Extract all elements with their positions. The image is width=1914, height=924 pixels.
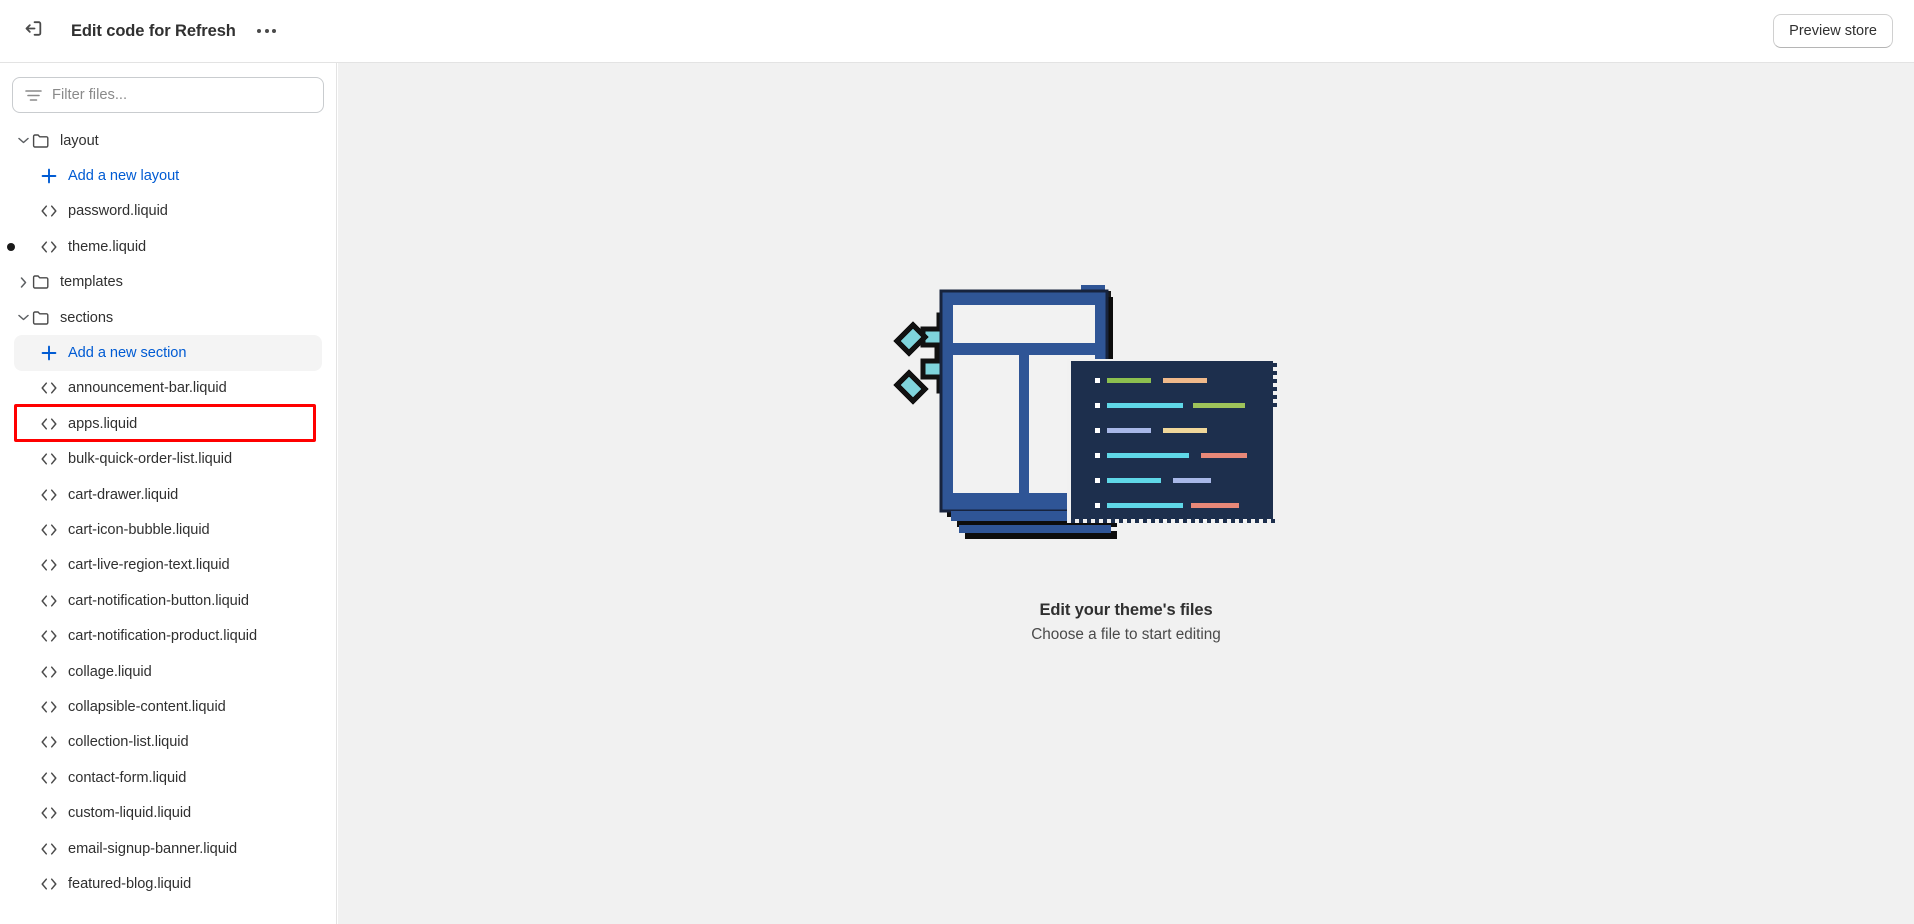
code-icon xyxy=(40,663,58,681)
file-label: cart-notification-product.liquid xyxy=(68,628,258,645)
folder-label: layout xyxy=(60,132,99,149)
code-icon xyxy=(40,840,58,858)
preview-store-button[interactable]: Preview store xyxy=(1773,14,1893,48)
file-label: cart-live-region-text.liquid xyxy=(68,557,230,574)
folder-icon xyxy=(32,273,50,291)
file-item-cart-notification-button.liquid[interactable]: cart-notification-button.liquid xyxy=(14,583,322,618)
file-item-bulk-quick-order-list.liquid[interactable]: bulk-quick-order-list.liquid xyxy=(14,442,322,477)
page-title: Edit code for Refresh xyxy=(71,21,236,40)
code-icon xyxy=(40,202,58,220)
code-icon xyxy=(40,486,58,504)
file-label: cart-drawer.liquid xyxy=(68,486,179,503)
file-item-theme.liquid[interactable]: theme.liquid xyxy=(7,229,322,264)
file-label: cart-icon-bubble.liquid xyxy=(68,521,210,538)
file-item-cart-live-region-text.liquid[interactable]: cart-live-region-text.liquid xyxy=(14,548,322,583)
code-icon xyxy=(40,804,58,822)
file-label: contact-form.liquid xyxy=(68,769,187,786)
exit-icon xyxy=(23,18,44,44)
file-label: featured-blog.liquid xyxy=(68,875,192,892)
file-label: collapsible-content.liquid xyxy=(68,698,226,715)
file-label: announcement-bar.liquid xyxy=(68,380,227,397)
code-icon xyxy=(40,769,58,787)
file-label: password.liquid xyxy=(68,203,168,220)
folder-icon xyxy=(32,132,50,150)
filter-icon xyxy=(25,89,42,102)
file-label: collage.liquid xyxy=(68,663,152,680)
chevron-down-icon[interactable] xyxy=(14,314,32,321)
file-label: apps.liquid xyxy=(68,415,138,432)
code-icon xyxy=(40,521,58,539)
folder-item-sections[interactable]: sections xyxy=(14,300,322,335)
file-item-apps.liquid[interactable]: apps.liquid xyxy=(14,406,322,441)
file-item-collection-list.liquid[interactable]: collection-list.liquid xyxy=(14,725,322,760)
plus-icon xyxy=(40,344,58,362)
add-new-layout-button[interactable]: Add a new layout xyxy=(14,158,322,193)
code-icon xyxy=(40,627,58,645)
plus-icon xyxy=(40,167,58,185)
empty-state-subtitle: Choose a file to start editing xyxy=(1031,626,1221,643)
theme-code-editor-illustration xyxy=(891,283,1361,573)
file-item-cart-notification-product.liquid[interactable]: cart-notification-product.liquid xyxy=(14,618,322,653)
file-label: cart-notification-button.liquid xyxy=(68,592,249,609)
more-dot-icon xyxy=(264,29,269,33)
folder-item-templates[interactable]: templates xyxy=(14,265,322,300)
file-item-featured-blog.liquid[interactable]: featured-blog.liquid xyxy=(14,866,322,901)
file-tree: layout Add a new layout password.liquid the… xyxy=(0,119,336,902)
code-icon xyxy=(40,415,58,433)
file-label: email-signup-banner.liquid xyxy=(68,840,238,857)
folder-label: sections xyxy=(60,309,114,326)
top-bar: Edit code for Refresh Preview store xyxy=(0,0,1914,63)
chevron-down-icon[interactable] xyxy=(14,137,32,144)
filter-files-input[interactable] xyxy=(52,87,311,103)
file-label: custom-liquid.liquid xyxy=(68,805,192,822)
code-icon xyxy=(40,379,58,397)
unsaved-changes-dot-icon xyxy=(7,242,15,251)
file-item-custom-liquid.liquid[interactable]: custom-liquid.liquid xyxy=(14,795,322,830)
file-item-password.liquid[interactable]: password.liquid xyxy=(14,194,322,229)
file-label: collection-list.liquid xyxy=(68,734,189,751)
code-icon xyxy=(40,450,58,468)
file-item-cart-drawer.liquid[interactable]: cart-drawer.liquid xyxy=(14,477,322,512)
file-item-collage.liquid[interactable]: collage.liquid xyxy=(14,654,322,689)
file-item-collapsible-content.liquid[interactable]: collapsible-content.liquid xyxy=(14,689,322,724)
file-item-cart-icon-bubble.liquid[interactable]: cart-icon-bubble.liquid xyxy=(14,512,322,547)
action-label: Add a new section xyxy=(68,345,187,362)
code-icon xyxy=(40,698,58,716)
exit-button[interactable] xyxy=(16,14,50,48)
code-icon xyxy=(40,592,58,610)
folder-icon xyxy=(32,309,50,327)
empty-state-title: Edit your theme's files xyxy=(1039,601,1213,619)
folder-item-layout[interactable]: layout xyxy=(14,123,322,158)
file-item-announcement-bar.liquid[interactable]: announcement-bar.liquid xyxy=(14,371,322,406)
more-actions-button[interactable] xyxy=(252,17,282,45)
file-item-email-signup-banner.liquid[interactable]: email-signup-banner.liquid xyxy=(14,831,322,866)
code-icon xyxy=(40,556,58,574)
file-label: theme.liquid xyxy=(68,238,147,255)
action-label: Add a new layout xyxy=(68,168,180,185)
code-icon xyxy=(40,733,58,751)
editor-empty-state: Edit your theme's files Choose a file to… xyxy=(338,63,1914,924)
more-dot-icon xyxy=(257,29,262,33)
add-new-section-button[interactable]: Add a new section xyxy=(14,335,322,371)
file-label: bulk-quick-order-list.liquid xyxy=(68,451,233,468)
code-icon xyxy=(40,238,58,256)
file-sidebar: layout Add a new layout password.liquid the… xyxy=(0,63,337,924)
code-icon xyxy=(40,875,58,893)
filter-files-box[interactable] xyxy=(12,77,324,113)
chevron-right-icon[interactable] xyxy=(14,277,32,288)
filter-files-wrapper xyxy=(0,63,336,119)
folder-label: templates xyxy=(60,274,123,291)
file-item-contact-form.liquid[interactable]: contact-form.liquid xyxy=(14,760,322,795)
more-dot-icon xyxy=(272,29,277,33)
